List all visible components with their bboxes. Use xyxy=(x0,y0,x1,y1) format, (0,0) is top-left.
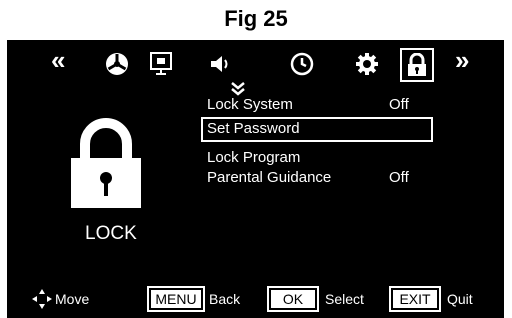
quit-hint: Quit xyxy=(447,291,473,307)
scroll-up-chevron-icon xyxy=(231,80,245,96)
large-lock-icon xyxy=(69,118,143,210)
menu-item-label: Parental Guidance xyxy=(207,169,332,186)
figure-title: Fig 25 xyxy=(224,6,288,31)
ok-key[interactable]: OK xyxy=(267,286,319,312)
lock-icon[interactable] xyxy=(400,48,434,82)
menu-item-label: Set Password xyxy=(207,120,300,137)
source-icon[interactable] xyxy=(147,50,175,78)
back-hint: Back xyxy=(209,291,241,307)
move-hint: Move xyxy=(55,291,90,307)
select-hint: Select xyxy=(325,291,364,307)
picture-icon[interactable] xyxy=(103,50,131,78)
menu-item-label: Lock System xyxy=(207,96,293,113)
sound-icon[interactable] xyxy=(207,50,235,78)
menu-item-label: Lock Program xyxy=(207,149,301,166)
tv-menu-screen: « » LOCK Lock System Off Set Password Lo… xyxy=(7,40,504,318)
move-arrows-icon xyxy=(31,288,53,310)
menu-item-value: Off xyxy=(389,96,409,113)
exit-key[interactable]: EXIT xyxy=(389,286,441,312)
footer-key-hints: Move MENU Back OK Select EXIT Quit xyxy=(7,286,504,314)
setup-icon[interactable] xyxy=(353,50,381,78)
top-icon-bar: « » xyxy=(7,40,504,90)
time-icon[interactable] xyxy=(288,50,316,78)
nav-next-arrow[interactable]: » xyxy=(455,46,469,74)
nav-prev-arrow[interactable]: « xyxy=(51,46,65,74)
menu-key[interactable]: MENU xyxy=(147,286,205,312)
section-label: LOCK xyxy=(85,223,137,244)
menu-item-value: Off xyxy=(389,169,409,186)
